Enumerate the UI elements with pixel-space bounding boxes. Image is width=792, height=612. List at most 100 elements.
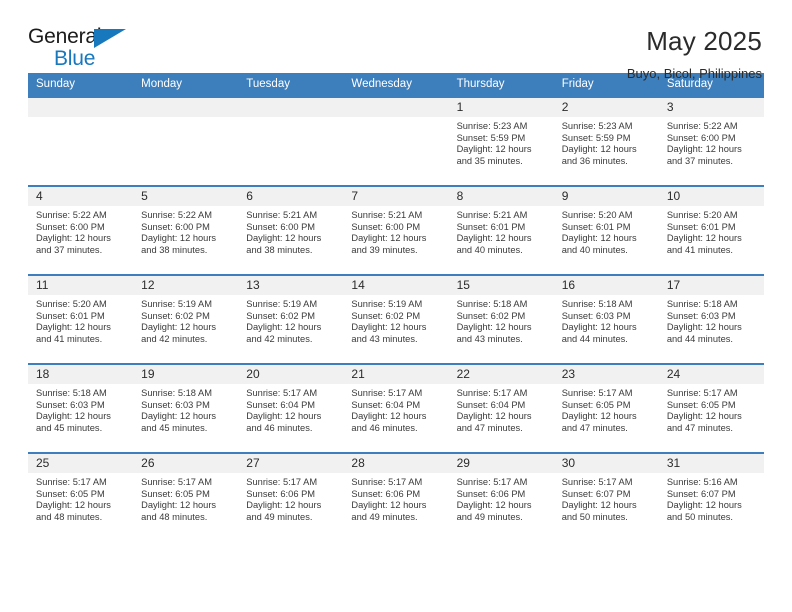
day-number[interactable]: 11	[28, 274, 134, 295]
day-number[interactable]: 6	[238, 185, 344, 206]
day-cell: Sunrise: 5:20 AM Sunset: 6:01 PM Daylight:…	[553, 206, 659, 275]
daylight-text: Daylight: 12 hours	[141, 233, 217, 244]
daylight-text: Daylight: 12 hours	[246, 500, 322, 511]
day-number[interactable]: 9	[553, 185, 659, 206]
sunrise-text: Sunrise: 5:22 AM	[36, 210, 107, 220]
sunset-text: Sunset: 6:00 PM	[666, 132, 736, 143]
day-number[interactable]: 13	[238, 274, 344, 295]
sunrise-text: Sunrise: 5:17 AM	[141, 477, 212, 487]
sunset-text: Sunset: 6:00 PM	[36, 221, 105, 232]
day-cell: Sunrise: 5:20 AM Sunset: 6:01 PM Daylight:…	[28, 295, 134, 364]
day-number[interactable]: 31	[658, 452, 764, 473]
day-number[interactable]: 4	[28, 185, 134, 206]
sunset-text: Sunset: 6:04 PM	[246, 399, 316, 410]
day-cell: Sunrise: 5:18 AM Sunset: 6:03 PM Daylight:…	[658, 295, 764, 364]
day-number[interactable]: 29	[448, 452, 554, 473]
daylight-text: and 42 minutes.	[246, 333, 313, 344]
day-number[interactable]: 23	[553, 363, 659, 384]
day-cell: Sunrise: 5:17 AM Sunset: 6:06 PM Daylight:…	[238, 473, 344, 542]
daylight-text: and 47 minutes.	[561, 422, 628, 433]
daylight-text: Daylight: 12 hours	[36, 411, 111, 422]
daylight-text: Daylight: 12 hours	[666, 411, 742, 422]
day-cell: Sunrise: 5:17 AM Sunset: 6:04 PM Daylight:…	[238, 384, 344, 453]
weekday-header-wednesday: Wednesday	[343, 73, 449, 97]
daylight-text: and 44 minutes.	[561, 333, 628, 344]
day-cell: Sunrise: 5:17 AM Sunset: 6:04 PM Daylight:…	[343, 384, 449, 453]
day-number[interactable]: 27	[238, 452, 344, 473]
daylight-text: and 45 minutes.	[141, 422, 208, 433]
sunrise-text: Sunrise: 5:23 AM	[561, 121, 633, 131]
day-number[interactable]: 1	[448, 96, 554, 117]
day-number[interactable]: 24	[658, 363, 764, 384]
sunset-text: Sunset: 6:03 PM	[561, 310, 631, 321]
daylight-text: and 49 minutes.	[456, 511, 523, 522]
day-number[interactable]: 15	[448, 274, 554, 295]
sunset-text: Sunset: 6:01 PM	[666, 221, 736, 232]
day-number[interactable]: 8	[448, 185, 554, 206]
day-number-empty	[238, 96, 344, 117]
weekday-header-thursday: Thursday	[448, 73, 554, 97]
day-number[interactable]: 28	[343, 452, 449, 473]
sunrise-text: Sunrise: 5:17 AM	[561, 388, 633, 398]
day-cell: Sunrise: 5:17 AM Sunset: 6:05 PM Daylight:…	[133, 473, 239, 542]
daylight-text: Daylight: 12 hours	[561, 500, 637, 511]
week-number-row: 4 5 6 7 8 9 10	[28, 185, 764, 206]
day-cell: Sunrise: 5:23 AM Sunset: 5:59 PM Daylight:…	[553, 117, 659, 186]
day-cell-empty	[343, 117, 449, 186]
day-number[interactable]: 25	[28, 452, 134, 473]
day-cell: Sunrise: 5:17 AM Sunset: 6:06 PM Daylight:…	[343, 473, 449, 542]
day-number[interactable]: 12	[133, 274, 239, 295]
sunrise-text: Sunrise: 5:21 AM	[246, 210, 318, 220]
sunrise-text: Sunrise: 5:16 AM	[666, 477, 738, 487]
day-number[interactable]: 2	[553, 96, 659, 117]
day-number[interactable]: 26	[133, 452, 239, 473]
day-cell: Sunrise: 5:17 AM Sunset: 6:05 PM Daylight:…	[28, 473, 134, 542]
daylight-text: and 50 minutes.	[561, 511, 628, 522]
daylight-text: Daylight: 12 hours	[351, 233, 427, 244]
day-number-empty	[133, 96, 239, 117]
sunrise-text: Sunrise: 5:17 AM	[666, 388, 738, 398]
day-number[interactable]: 22	[448, 363, 554, 384]
weekday-header-monday: Monday	[133, 73, 239, 97]
day-cell: Sunrise: 5:22 AM Sunset: 6:00 PM Daylight:…	[658, 117, 764, 186]
daylight-text: Daylight: 12 hours	[666, 500, 742, 511]
day-number[interactable]: 16	[553, 274, 659, 295]
day-number[interactable]: 10	[658, 185, 764, 206]
sunrise-text: Sunrise: 5:21 AM	[456, 210, 528, 220]
daylight-text: Daylight: 12 hours	[141, 411, 217, 422]
sunset-text: Sunset: 6:00 PM	[351, 221, 421, 232]
daylight-text: and 46 minutes.	[246, 422, 313, 433]
daylight-text: and 46 minutes.	[351, 422, 418, 433]
day-number[interactable]: 5	[133, 185, 239, 206]
day-number[interactable]: 21	[343, 363, 449, 384]
day-number[interactable]: 7	[343, 185, 449, 206]
sunrise-text: Sunrise: 5:18 AM	[561, 299, 633, 309]
day-number[interactable]: 3	[658, 96, 764, 117]
day-number[interactable]: 14	[343, 274, 449, 295]
day-number[interactable]: 20	[238, 363, 344, 384]
day-number[interactable]: 17	[658, 274, 764, 295]
sunset-text: Sunset: 6:05 PM	[666, 399, 736, 410]
day-number[interactable]: 30	[553, 452, 659, 473]
sunset-text: Sunset: 6:05 PM	[141, 488, 210, 499]
day-cell: Sunrise: 5:22 AM Sunset: 6:00 PM Daylight:…	[28, 206, 134, 275]
daylight-text: Daylight: 12 hours	[246, 322, 322, 333]
weekday-header-sunday: Sunday	[28, 73, 134, 97]
week-number-row: 123	[28, 96, 764, 117]
daylight-text: Daylight: 12 hours	[141, 322, 217, 333]
daylight-text: and 37 minutes.	[36, 244, 103, 255]
day-cell: Sunrise: 5:18 AM Sunset: 6:03 PM Daylight:…	[553, 295, 659, 364]
general-blue-logo[interactable]: General Blue	[28, 26, 148, 74]
sunrise-text: Sunrise: 5:17 AM	[351, 388, 423, 398]
calendar-page: General Blue May 2025 Buyo, Bicol, Phili…	[0, 0, 792, 612]
sunrise-text: Sunrise: 5:22 AM	[666, 121, 738, 131]
day-cell: Sunrise: 5:21 AM Sunset: 6:00 PM Daylight:…	[238, 206, 344, 275]
daylight-text: Daylight: 12 hours	[351, 411, 427, 422]
day-cell: Sunrise: 5:17 AM Sunset: 6:05 PM Daylight:…	[553, 384, 659, 453]
sunset-text: Sunset: 6:04 PM	[456, 399, 526, 410]
day-number[interactable]: 18	[28, 363, 134, 384]
day-number[interactable]: 19	[133, 363, 239, 384]
daylight-text: Daylight: 12 hours	[36, 322, 111, 333]
day-cell: Sunrise: 5:19 AM Sunset: 6:02 PM Daylight:…	[343, 295, 449, 364]
sunset-text: Sunset: 6:01 PM	[561, 221, 631, 232]
